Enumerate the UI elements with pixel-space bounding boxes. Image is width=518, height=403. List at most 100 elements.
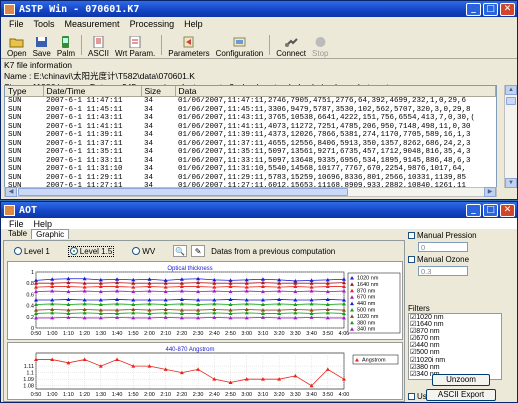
hscroll-thumb[interactable] <box>18 188 348 196</box>
table-row[interactable]: SUN 2007-6-1 11:37:11 34 01/06/2007,11:37:1… <box>5 140 496 149</box>
table-row[interactable]: SUN 2007-6-1 11:35:11 34 01/06/2007,11:35:1… <box>5 148 496 157</box>
level15-radio[interactable] <box>69 247 78 256</box>
palm-button[interactable]: Palm <box>54 32 78 58</box>
table-cell: 34 <box>144 114 154 123</box>
use-julian-checkbox[interactable] <box>408 393 415 401</box>
menu-processing[interactable]: Processing <box>125 19 180 29</box>
x-tick-label: 3:20 <box>274 392 285 398</box>
y-tick-label: 1.11 <box>24 364 34 370</box>
col-datetime[interactable]: Date/Time <box>43 86 142 97</box>
scroll-down-arrow[interactable]: ▼ <box>505 178 517 188</box>
manual-ozone-checkbox[interactable] <box>408 256 415 264</box>
scroll-thumb[interactable] <box>506 97 516 105</box>
configuration-label: Configuration <box>215 49 264 58</box>
wv-radio[interactable] <box>132 247 141 256</box>
wv-option[interactable]: WV <box>132 247 155 256</box>
x-tick-label: 1:00 <box>47 331 58 337</box>
info-header: K7 file information <box>4 60 73 70</box>
angstrom-chart[interactable]: 0:50 1:00 1:10 1:20 1:30 1:40 1:50 2:00 2:10 2:20… <box>7 342 403 400</box>
scroll-left-arrow[interactable]: ◀ <box>5 187 17 197</box>
manual-ozone-row[interactable]: Manual Ozone <box>408 255 469 264</box>
x-tick-label: 3:30 <box>290 392 301 398</box>
pen-icon[interactable]: ✎ <box>191 245 206 257</box>
scenario-table[interactable]: Type Date/Time Size Data SUN 2007-6-1 11:… <box>4 85 497 188</box>
aot-menu-file[interactable]: File <box>4 219 29 229</box>
col-data[interactable]: Data <box>175 86 496 97</box>
scroll-right-arrow[interactable]: ▶ <box>484 187 496 197</box>
table-row[interactable]: SUN 2007-6-1 11:41:11 34 01/06/2007,11:41:1… <box>5 123 496 132</box>
table-row[interactable]: SUN 2007-6-1 11:47:11 34 01/06/2007,11:47:1… <box>5 97 496 106</box>
minimize-button[interactable]: _ <box>466 2 481 16</box>
legend-label: 1640 nm <box>357 282 379 288</box>
write-params-button[interactable]: Wrt Param. <box>112 32 158 58</box>
col-type[interactable]: Type <box>5 86 44 97</box>
manual-pression-checkbox[interactable] <box>408 232 415 240</box>
zoom-icon[interactable]: 🔍 <box>173 245 188 257</box>
menu-tools[interactable]: Tools <box>29 19 60 29</box>
scroll-up-arrow[interactable]: ▲ <box>505 85 517 95</box>
maximize-button[interactable]: □ <box>483 2 498 16</box>
table-row[interactable]: SUN 2007-6-1 11:45:11 34 01/06/2007,11:45:1… <box>5 106 496 115</box>
table-cell: 2007-6-1 11:29:11 <box>46 173 123 182</box>
table-vertical-scrollbar[interactable]: ▲ ▼ <box>504 85 517 188</box>
aot-title-bar[interactable]: AOT _ □ ✕ <box>1 202 517 218</box>
menu-file[interactable]: File <box>4 19 29 29</box>
configuration-button[interactable]: Configuration <box>213 32 267 58</box>
table-row[interactable]: SUN 2007-6-1 11:29:11 34 01/06/2007,11:29:1… <box>5 174 496 183</box>
close-button[interactable]: ✕ <box>500 2 515 16</box>
table-cell: 34 <box>144 139 154 148</box>
table-horizontal-scrollbar[interactable]: ◀ ▶ <box>4 187 497 197</box>
ascii-icon <box>93 36 104 48</box>
table-cell: 01/06/2007,11:31:10,5540,14568,10177,776… <box>178 165 467 174</box>
table-cell: 2007-6-1 11:41:11 <box>46 122 123 131</box>
menu-help[interactable]: Help <box>179 19 208 29</box>
table-row[interactable]: SUN 2007-6-1 11:31:10 34 01/06/2007,11:31:1… <box>5 165 496 174</box>
chart-title: 440-870 Angstrom <box>165 347 214 353</box>
aot-minimize-button[interactable]: _ <box>466 203 481 217</box>
connect-button[interactable]: Connect <box>273 32 309 58</box>
y-tick-label: 1.09 <box>23 377 34 383</box>
parameters-button[interactable]: Parameters <box>165 32 212 58</box>
tab-table[interactable]: Table <box>4 229 31 239</box>
title-bar[interactable]: ASTP Win - 070601.K7 _ □ ✕ <box>1 1 517 17</box>
table-cell: SUN <box>8 131 22 140</box>
manual-ozone-input[interactable]: 0.3 <box>418 266 468 276</box>
table-cell: 34 <box>144 105 154 114</box>
level1-radio[interactable] <box>14 247 22 256</box>
open-button[interactable]: Open <box>4 32 30 58</box>
x-tick-label: 2:40 <box>209 392 220 398</box>
palm-label: Palm <box>56 49 76 58</box>
y-tick-label: 0.2 <box>26 315 34 321</box>
aot-close-button[interactable]: ✕ <box>500 203 515 217</box>
col-size[interactable]: Size <box>141 86 176 97</box>
y-tick-label: 0 <box>31 326 34 332</box>
manual-pression-row[interactable]: Manual Pression <box>408 231 516 240</box>
table-cell: 34 <box>144 165 154 174</box>
folder-icon <box>9 38 24 48</box>
table-cell: 01/06/2007,11:33:11,5097,13648,9335,6956… <box>178 156 471 165</box>
table-row[interactable]: SUN 2007-6-1 11:39:11 34 01/06/2007,11:39:1… <box>5 131 496 140</box>
aot-menu-help[interactable]: Help <box>29 219 58 229</box>
table-cell: 01/06/2007,11:43:11,3765,10538,6641,4222… <box>178 114 476 123</box>
ascii-export-button[interactable]: ASCII Export <box>426 389 496 401</box>
unzoom-button[interactable]: Unzoom <box>432 374 490 386</box>
toolbar-separator <box>269 35 271 55</box>
level1-option[interactable]: Level 1 <box>14 247 50 256</box>
aot-maximize-button[interactable]: □ <box>483 203 498 217</box>
x-tick-label: 1:50 <box>128 392 139 398</box>
menu-measurement[interactable]: Measurement <box>60 19 125 29</box>
y-tick-label: 1.08 <box>23 384 34 390</box>
stop-button[interactable]: Stop <box>309 32 331 58</box>
manual-pression-input[interactable]: 0 <box>418 242 468 252</box>
table-cell: 01/06/2007,11:41:11,4073,11272,7251,4785… <box>178 122 471 131</box>
table-row[interactable]: SUN 2007-6-1 11:33:11 34 01/06/2007,11:33:1… <box>5 157 496 166</box>
tab-graphic[interactable]: Graphic <box>31 229 70 239</box>
ascii-button[interactable]: ASCII <box>85 32 112 58</box>
x-tick-label: 2:50 <box>225 392 236 398</box>
table-row[interactable]: SUN 2007-6-1 11:43:11 34 01/06/2007,11:43:1… <box>5 114 496 123</box>
level15-option[interactable]: Level 1.5 <box>67 245 115 257</box>
table-cell: 2007-6-1 11:31:10 <box>46 165 123 174</box>
optical-thickness-chart[interactable]: 0:50 1:00 1:10 1:20 1:30 1:40 1:50 2:00 2:10 2:20… <box>7 261 403 340</box>
x-tick-label: 3:10 <box>258 331 269 337</box>
save-button[interactable]: Save <box>30 32 54 58</box>
